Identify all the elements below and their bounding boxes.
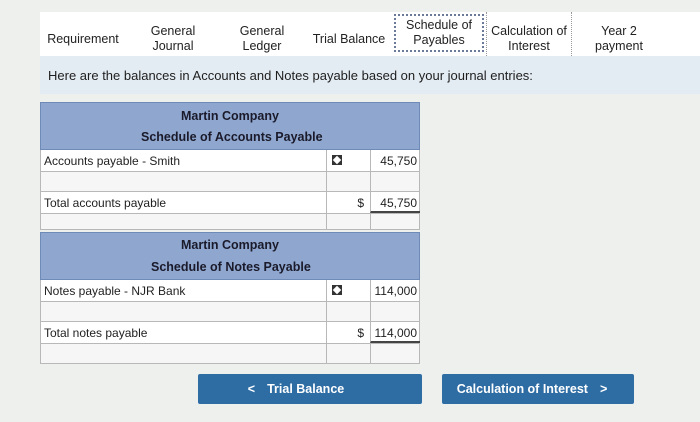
table-row <box>40 172 420 192</box>
accounts-total-currency-cell: $ <box>326 192 370 213</box>
notes-line-cell[interactable] <box>326 280 370 301</box>
notes-total-value[interactable]: 114,000 <box>370 322 420 343</box>
accounts-line-label: Accounts payable - Smith <box>44 154 181 168</box>
chevron-left-icon: < <box>247 382 256 396</box>
chevron-right-icon: > <box>599 382 608 396</box>
accounts-total-value[interactable]: 45,750 <box>370 192 420 213</box>
instruction-label: Here are the balances in Accounts and No… <box>48 67 533 83</box>
accounts-payable-schedule: Martin Company Schedule of Accounts Paya… <box>40 102 420 230</box>
previous-trial-balance-button[interactable]: < Trial Balance <box>198 374 422 404</box>
notes-line-label: Notes payable - NJR Bank <box>44 284 186 298</box>
instruction-text: Here are the balances in Accounts and No… <box>40 56 700 94</box>
table-row: Accounts payable - Smith 45,750 <box>40 150 420 172</box>
currency-symbol: $ <box>357 326 364 340</box>
next-button-label: Calculation of Interest <box>456 382 588 396</box>
blank-cell <box>370 172 420 191</box>
table-row <box>40 344 420 364</box>
accounts-total-label: Total accounts payable <box>44 196 167 210</box>
blank-cell <box>370 214 420 229</box>
notes-line-value[interactable]: 114,000 <box>370 280 420 301</box>
blank-cell <box>370 344 420 363</box>
previous-button-label: Trial Balance <box>267 382 345 396</box>
notes-total-currency-cell: $ <box>326 322 370 343</box>
currency-symbol: $ <box>357 196 364 210</box>
accounts-company-name: Martin Company <box>181 109 279 123</box>
table-row <box>40 214 420 230</box>
tab-schedule-of-payables[interactable]: Schedule of Payables <box>394 14 484 52</box>
edit-icon[interactable] <box>332 155 342 165</box>
accounts-line-value[interactable]: 45,750 <box>370 150 420 171</box>
accounts-line-cell[interactable] <box>326 150 370 171</box>
blank-cell <box>326 344 370 363</box>
notes-company-name: Martin Company <box>181 238 279 252</box>
next-calculation-of-interest-button[interactable]: Calculation of Interest > <box>442 374 634 404</box>
notes-schedule-header: Martin Company Schedule of Notes Payable <box>40 232 420 280</box>
blank-cell <box>326 172 370 191</box>
notes-total-label: Total notes payable <box>44 326 148 340</box>
table-row: Notes payable - NJR Bank 114,000 <box>40 280 420 302</box>
accounts-schedule-title: Schedule of Accounts Payable <box>141 130 323 144</box>
blank-cell <box>370 302 420 321</box>
table-row <box>40 302 420 322</box>
blank-cell <box>326 214 370 229</box>
table-row: Total accounts payable $ 45,750 <box>40 192 420 214</box>
table-row: Total notes payable $ 114,000 <box>40 322 420 344</box>
notes-payable-schedule: Martin Company Schedule of Notes Payable… <box>40 232 420 364</box>
accounts-schedule-header: Martin Company Schedule of Accounts Paya… <box>40 102 420 150</box>
notes-schedule-title: Schedule of Notes Payable <box>151 260 311 274</box>
edit-icon[interactable] <box>332 285 342 295</box>
blank-cell <box>326 302 370 321</box>
